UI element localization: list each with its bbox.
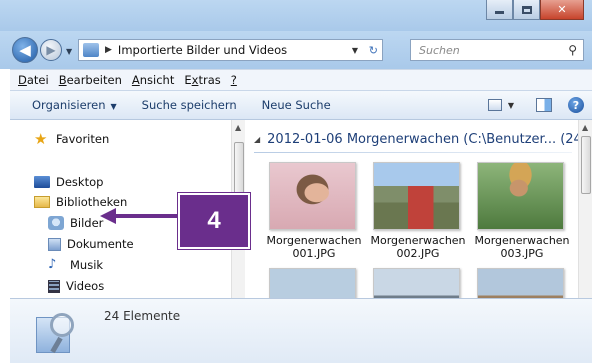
scroll-up-icon[interactable]: ▲	[235, 123, 241, 132]
address-row: ◀ ▶ ▼ ▶ Importierte Bilder und Videos ▼ …	[0, 31, 592, 69]
annotation-arrow	[100, 208, 180, 224]
photo-thumbnail	[269, 268, 356, 298]
file-name: Morgenerwachen 002.JPG	[368, 234, 468, 260]
scrollbar-thumb[interactable]	[581, 136, 591, 194]
menu-datei[interactable]: Datei	[18, 73, 49, 87]
recent-pages-dropdown[interactable]: ▼	[66, 47, 72, 56]
nav-item-desktop[interactable]: Desktop	[34, 175, 103, 189]
menu-ansicht[interactable]: Ansicht	[132, 73, 174, 87]
content-scrollbar[interactable]: ▲	[578, 120, 592, 298]
nav-label-documents: Dokumente	[67, 237, 134, 251]
star-icon: ★	[34, 130, 48, 148]
details-pane: 24 Elemente	[10, 298, 592, 363]
window-controls: ✕	[486, 0, 584, 20]
library-icon	[34, 196, 50, 208]
address-dropdown-icon[interactable]: ▼	[352, 46, 358, 55]
file-item[interactable]: Morgenerwachen 003.JPG	[472, 162, 572, 260]
file-item[interactable]	[472, 268, 572, 298]
minimize-button[interactable]	[486, 0, 513, 20]
minimize-icon	[495, 11, 504, 14]
menu-extras[interactable]: Extras	[184, 73, 220, 87]
search-icon[interactable]: ⚲	[568, 43, 577, 57]
item-count: 24 Elemente	[104, 309, 181, 323]
menu-help[interactable]: ?	[231, 73, 237, 87]
file-name-line1: Morgenerwachen	[266, 234, 362, 247]
file-name-line2: 003.JPG	[500, 247, 544, 260]
maximize-button[interactable]	[513, 0, 540, 20]
nav-item-documents[interactable]: Dokumente	[48, 237, 134, 251]
view-controls: ▼ ?	[487, 97, 584, 113]
back-icon: ◀	[19, 41, 31, 59]
file-name-line1: Morgenerwachen	[370, 234, 466, 247]
documents-icon	[48, 237, 61, 251]
group-title: 2012-01-06 Morgenerwachen (C:\Benutzer..…	[267, 132, 578, 147]
nav-item-pictures[interactable]: Bilder	[48, 216, 103, 230]
nav-item-favorites[interactable]: ★ Favoriten	[34, 130, 110, 148]
new-search-button[interactable]: Neue Suche	[262, 98, 331, 112]
forward-button[interactable]: ▶	[40, 39, 62, 61]
close-button[interactable]: ✕	[540, 0, 584, 20]
file-name-line2: 002.JPG	[396, 247, 440, 260]
file-item[interactable]	[368, 268, 468, 298]
scroll-up-icon[interactable]: ▲	[582, 123, 588, 132]
command-bar: Organisieren ▼ Suche speichern Neue Suche…	[10, 90, 592, 120]
file-item[interactable]	[264, 268, 364, 298]
preview-pane-icon[interactable]	[536, 98, 552, 112]
breadcrumb-chevron-icon[interactable]: ▶	[105, 45, 112, 55]
search-box[interactable]: Suchen ⚲	[410, 39, 584, 61]
close-icon: ✕	[557, 3, 567, 16]
breadcrumb-current[interactable]: Importierte Bilder und Videos	[118, 43, 287, 57]
pictures-icon	[48, 216, 64, 230]
group-divider	[254, 152, 572, 153]
search-results-icon	[36, 313, 82, 355]
view-options-dropdown[interactable]: ▼	[508, 101, 514, 110]
save-search-button[interactable]: Suche speichern	[142, 98, 237, 112]
chevron-down-icon: ▼	[110, 102, 117, 111]
folder-icon	[83, 43, 99, 57]
desktop-icon	[34, 176, 50, 188]
photo-thumbnail	[373, 162, 460, 230]
annotation-callout: 4	[178, 193, 250, 249]
maximize-icon	[521, 5, 532, 14]
file-view: ◢ 2012-01-06 Morgenerwachen (C:\Benutzer…	[246, 120, 578, 298]
nav-label-desktop: Desktop	[56, 175, 104, 189]
search-results-icon-lens	[50, 313, 74, 337]
nav-label-videos: Videos	[66, 279, 105, 293]
photo-thumbnail	[373, 268, 460, 298]
search-input[interactable]: Suchen	[419, 44, 460, 57]
organize-button[interactable]: Organisieren ▼	[32, 98, 117, 112]
file-name: Morgenerwachen 003.JPG	[472, 234, 572, 260]
photo-thumbnail	[269, 162, 356, 230]
file-item[interactable]: Morgenerwachen 001.JPG	[264, 162, 364, 260]
music-icon: ♪	[48, 257, 57, 272]
help-icon[interactable]: ?	[568, 97, 584, 113]
nav-label-favorites: Favoriten	[56, 132, 110, 146]
nav-item-music[interactable]: ♪ Musik	[48, 257, 104, 273]
nav-label-pictures: Bilder	[70, 216, 104, 230]
photo-thumbnail	[477, 162, 564, 230]
nav-item-videos[interactable]: Videos	[48, 279, 104, 293]
title-bar: ✕	[0, 0, 592, 31]
change-view-icon[interactable]	[487, 99, 502, 111]
forward-icon: ▶	[46, 43, 56, 57]
group-header[interactable]: ◢ 2012-01-06 Morgenerwachen (C:\Benutzer…	[254, 132, 578, 147]
address-bar[interactable]: ▶ Importierte Bilder und Videos ▼ ↻	[78, 39, 383, 61]
back-button[interactable]: ◀	[12, 37, 38, 63]
organize-label: Organisieren	[32, 98, 106, 112]
collapse-triangle-icon[interactable]: ◢	[254, 135, 260, 144]
nav-label-music: Musik	[70, 258, 104, 272]
file-name-line1: Morgenerwachen	[474, 234, 570, 247]
file-item[interactable]: Morgenerwachen 002.JPG	[368, 162, 468, 260]
refresh-icon[interactable]: ↻	[369, 44, 378, 57]
menu-bearbeiten[interactable]: Bearbeiten	[59, 73, 122, 87]
menu-bar: Datei Bearbeiten Ansicht Extras ?	[10, 69, 592, 90]
videos-icon	[48, 279, 60, 293]
scrollbar-thumb[interactable]	[234, 142, 244, 198]
file-name-line2: 001.JPG	[292, 247, 336, 260]
file-name: Morgenerwachen 001.JPG	[264, 234, 364, 260]
photo-thumbnail	[477, 268, 564, 298]
